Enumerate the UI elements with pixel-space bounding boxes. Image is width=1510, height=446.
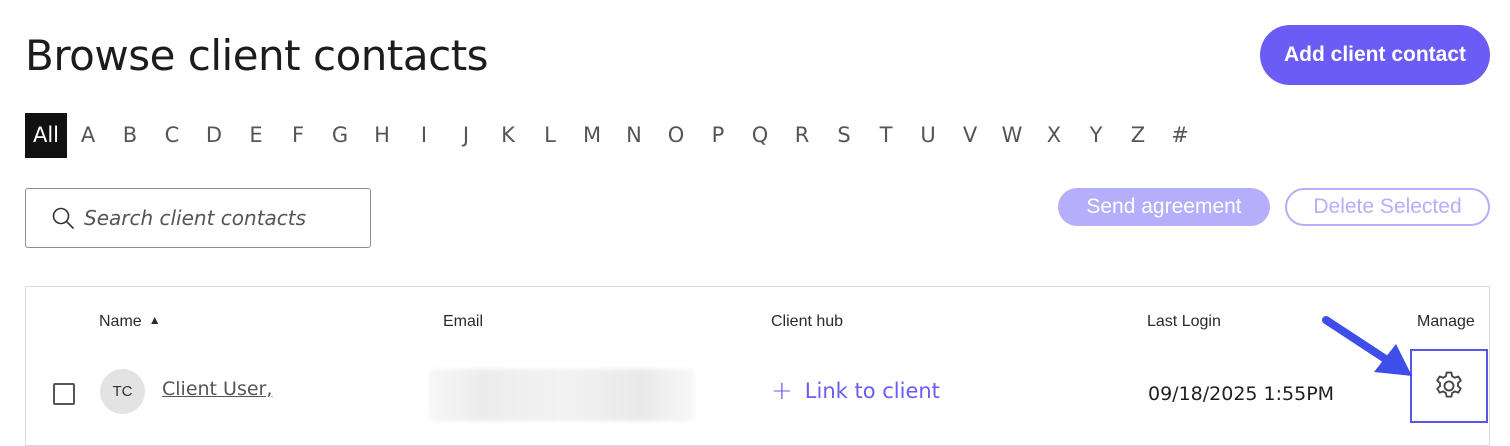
delete-selected-button[interactable]: Delete Selected [1285, 188, 1490, 226]
row-checkbox[interactable] [53, 383, 75, 405]
alpha-filter-s[interactable]: S [823, 113, 865, 158]
add-client-contact-button[interactable]: Add client contact [1260, 25, 1490, 85]
sort-ascending-icon: ▲ [148, 313, 161, 327]
link-to-client-label: Link to client [804, 379, 940, 403]
alpha-filter-w[interactable]: W [991, 113, 1033, 158]
alpha-filter-b[interactable]: B [109, 113, 151, 158]
alpha-filter-q[interactable]: Q [739, 113, 781, 158]
search-icon [50, 205, 76, 231]
alpha-filter-t[interactable]: T [865, 113, 907, 158]
email-redacted [429, 369, 695, 421]
alpha-filter-z[interactable]: Z [1117, 113, 1159, 158]
alpha-filter-c[interactable]: C [151, 113, 193, 158]
alpha-filter-r[interactable]: R [781, 113, 823, 158]
alpha-filter-a[interactable]: A [67, 113, 109, 158]
alpha-filter-x[interactable]: X [1033, 113, 1075, 158]
column-header-name[interactable]: Name ▲ [99, 313, 161, 331]
alpha-filter-all[interactable]: All [25, 113, 67, 158]
page-title: Browse client contacts [25, 31, 489, 80]
alpha-filter-u[interactable]: U [907, 113, 949, 158]
column-header-name-label: Name [99, 313, 142, 330]
alpha-filter-y[interactable]: Y [1075, 113, 1117, 158]
contacts-table: Name ▲ Email Client hub Last Login Manage… [25, 286, 1490, 446]
column-header-email: Email [443, 313, 484, 330]
alpha-filter-l[interactable]: L [529, 113, 571, 158]
alpha-filter-p[interactable]: P [697, 113, 739, 158]
alpha-filter-h[interactable]: H [361, 113, 403, 158]
alpha-filter-e[interactable]: E [235, 113, 277, 158]
alpha-filter-v[interactable]: V [949, 113, 991, 158]
column-header-client-hub: Client hub [771, 313, 844, 330]
send-agreement-button[interactable]: Send agreement [1058, 188, 1270, 226]
alpha-filter-k[interactable]: K [487, 113, 529, 158]
alpha-filter-f[interactable]: F [277, 113, 319, 158]
last-login-value: 09/18/2025 1:55PM [1148, 383, 1335, 405]
alpha-filter-j[interactable]: J [445, 113, 487, 158]
link-to-client-button[interactable]: + Link to client [771, 376, 940, 406]
alpha-filter-i[interactable]: I [403, 113, 445, 158]
alpha-filter-n[interactable]: N [613, 113, 655, 158]
search-box[interactable] [25, 188, 371, 248]
plus-icon: + [771, 376, 793, 406]
alpha-filter-g[interactable]: G [319, 113, 361, 158]
alpha-filter-o[interactable]: O [655, 113, 697, 158]
column-header-last-login: Last Login [1147, 313, 1221, 330]
avatar: TC [100, 369, 145, 414]
client-name-link[interactable]: Client User, [162, 378, 272, 400]
alpha-filter-m[interactable]: M [571, 113, 613, 158]
gear-icon[interactable] [1410, 349, 1488, 423]
column-header-manage: Manage [1417, 313, 1475, 330]
alpha-filter-hash[interactable]: # [1159, 113, 1201, 158]
alphabet-filter: All A B C D E F G H I J K L M N O P Q R … [25, 113, 1201, 158]
alpha-filter-d[interactable]: D [193, 113, 235, 158]
search-input[interactable] [84, 206, 354, 230]
